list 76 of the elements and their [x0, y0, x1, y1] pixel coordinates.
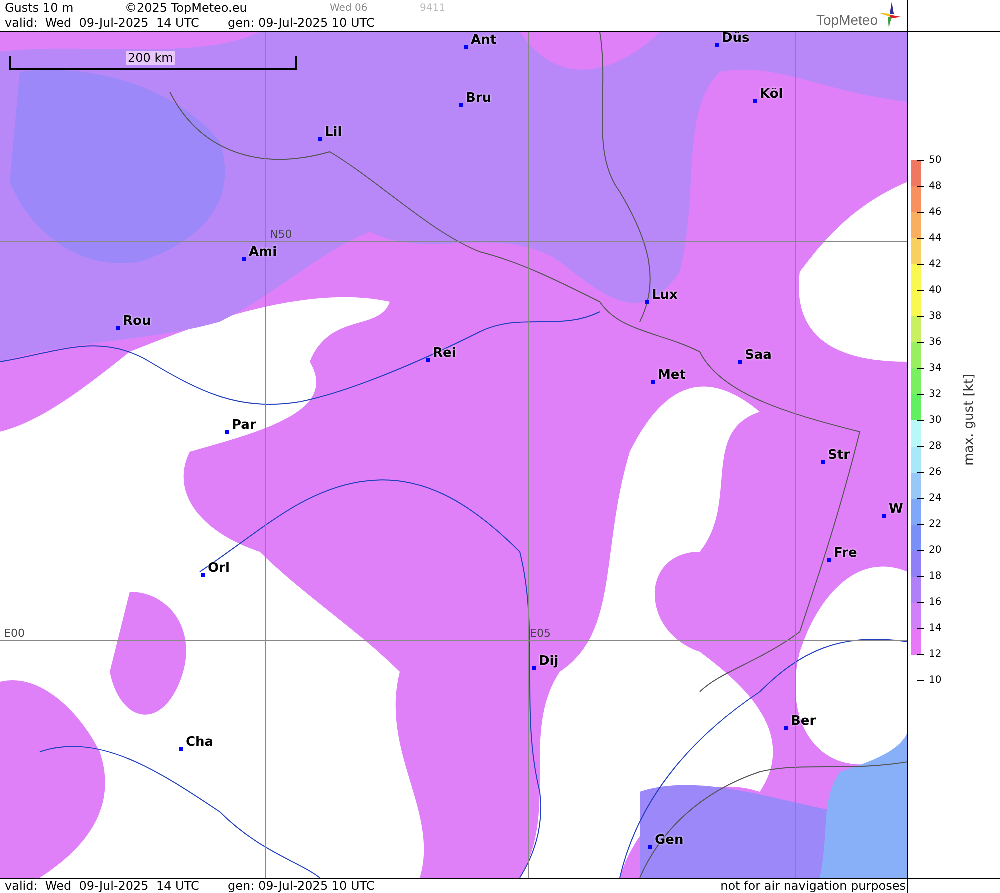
scale-tick-label: 34	[929, 362, 942, 374]
city-label: Rei	[433, 347, 456, 361]
city-marker	[464, 45, 468, 49]
city-label: Dij	[539, 655, 559, 669]
city-label: Lil	[325, 126, 342, 140]
scale-tick-label: 18	[929, 571, 942, 582]
scale-tick-label: 22	[929, 519, 942, 530]
scale-tick-label: 20	[929, 545, 942, 556]
city-marker	[201, 573, 205, 577]
valid-time: valid: Wed 09-Jul-2025 14 UTC	[5, 879, 200, 893]
disclaimer-text: not for air navigation purposes	[720, 879, 907, 893]
city-label: Cha	[186, 736, 214, 750]
city-marker	[242, 257, 246, 261]
scale-tick-label: 14	[929, 623, 942, 634]
city-label: Par	[232, 419, 256, 433]
legend-title: max. gust [kt]	[962, 374, 977, 466]
scale-tick-label: 10	[929, 675, 942, 686]
city-label: Bru	[466, 92, 492, 106]
city-marker	[882, 514, 886, 518]
city-marker	[532, 666, 536, 670]
scale-tick-label: 38	[929, 310, 942, 322]
city-marker	[116, 326, 120, 330]
scale-tick-label: 46	[929, 206, 942, 218]
city-marker	[318, 137, 322, 141]
compass-star-icon	[879, 2, 901, 28]
city-label: Ber	[791, 715, 816, 729]
city-marker	[225, 430, 229, 434]
generated-time: gen: 09-Jul-2025 10 UTC	[228, 16, 375, 30]
grid-label: N50	[270, 229, 292, 241]
copyright-text: ©2025 TopMeteo.eu	[125, 0, 248, 16]
scale-tick-label: 44	[929, 232, 942, 244]
scale-tick-label: 32	[929, 388, 942, 400]
product-title: Gusts 10 m	[5, 0, 75, 16]
city-marker	[784, 726, 788, 730]
city-label: Str	[828, 449, 850, 463]
scale-tick-label: 24	[929, 493, 942, 504]
city-marker	[645, 300, 649, 304]
run-code: 9411	[420, 2, 446, 16]
city-marker	[753, 99, 757, 103]
city-label: Ami	[249, 246, 278, 260]
city-label: Orl	[208, 562, 230, 576]
city-label: Rou	[123, 315, 152, 329]
city-label: Lux	[652, 289, 678, 303]
scale-tick-label: 12	[929, 649, 942, 660]
city-marker	[648, 845, 652, 849]
city-label: Saa	[745, 349, 772, 363]
city-marker	[738, 360, 742, 364]
city-marker	[827, 558, 831, 562]
city-label: Köl	[760, 88, 784, 102]
scale-tick-label: 28	[929, 441, 942, 452]
scale-tick-label: 40	[929, 284, 942, 296]
scale-tick-label: 30	[929, 414, 942, 426]
city-label: Ant	[471, 34, 497, 48]
city-label: Fre	[834, 547, 858, 561]
city-label: Met	[658, 369, 686, 383]
scale-tick-label: 48	[929, 180, 942, 192]
city-marker	[459, 103, 463, 107]
city-label: W	[889, 503, 904, 517]
city-marker	[651, 380, 655, 384]
scale-tick-label: 16	[929, 597, 942, 608]
scale-tick-label: 42	[929, 258, 942, 270]
scale-tick-label: 36	[929, 336, 942, 348]
city-marker	[426, 358, 430, 362]
scale-tick-label: 50	[929, 154, 942, 166]
city-marker	[821, 460, 825, 464]
city-marker	[179, 747, 183, 751]
scale-label: 200 km	[126, 51, 176, 65]
city-marker	[715, 43, 719, 47]
grid-label: E00	[4, 628, 25, 640]
grid-label: E05	[530, 628, 551, 640]
brand-logo-text: TopMeteo	[816, 13, 878, 28]
generated-time: gen: 09-Jul-2025 10 UTC	[228, 879, 376, 893]
scale-tick-label: 26	[929, 467, 942, 478]
city-label: Düs	[722, 32, 750, 46]
valid-time: valid: Wed 09-Jul-2025 14 UTC	[5, 16, 200, 30]
day-code: Wed 06	[330, 2, 369, 16]
